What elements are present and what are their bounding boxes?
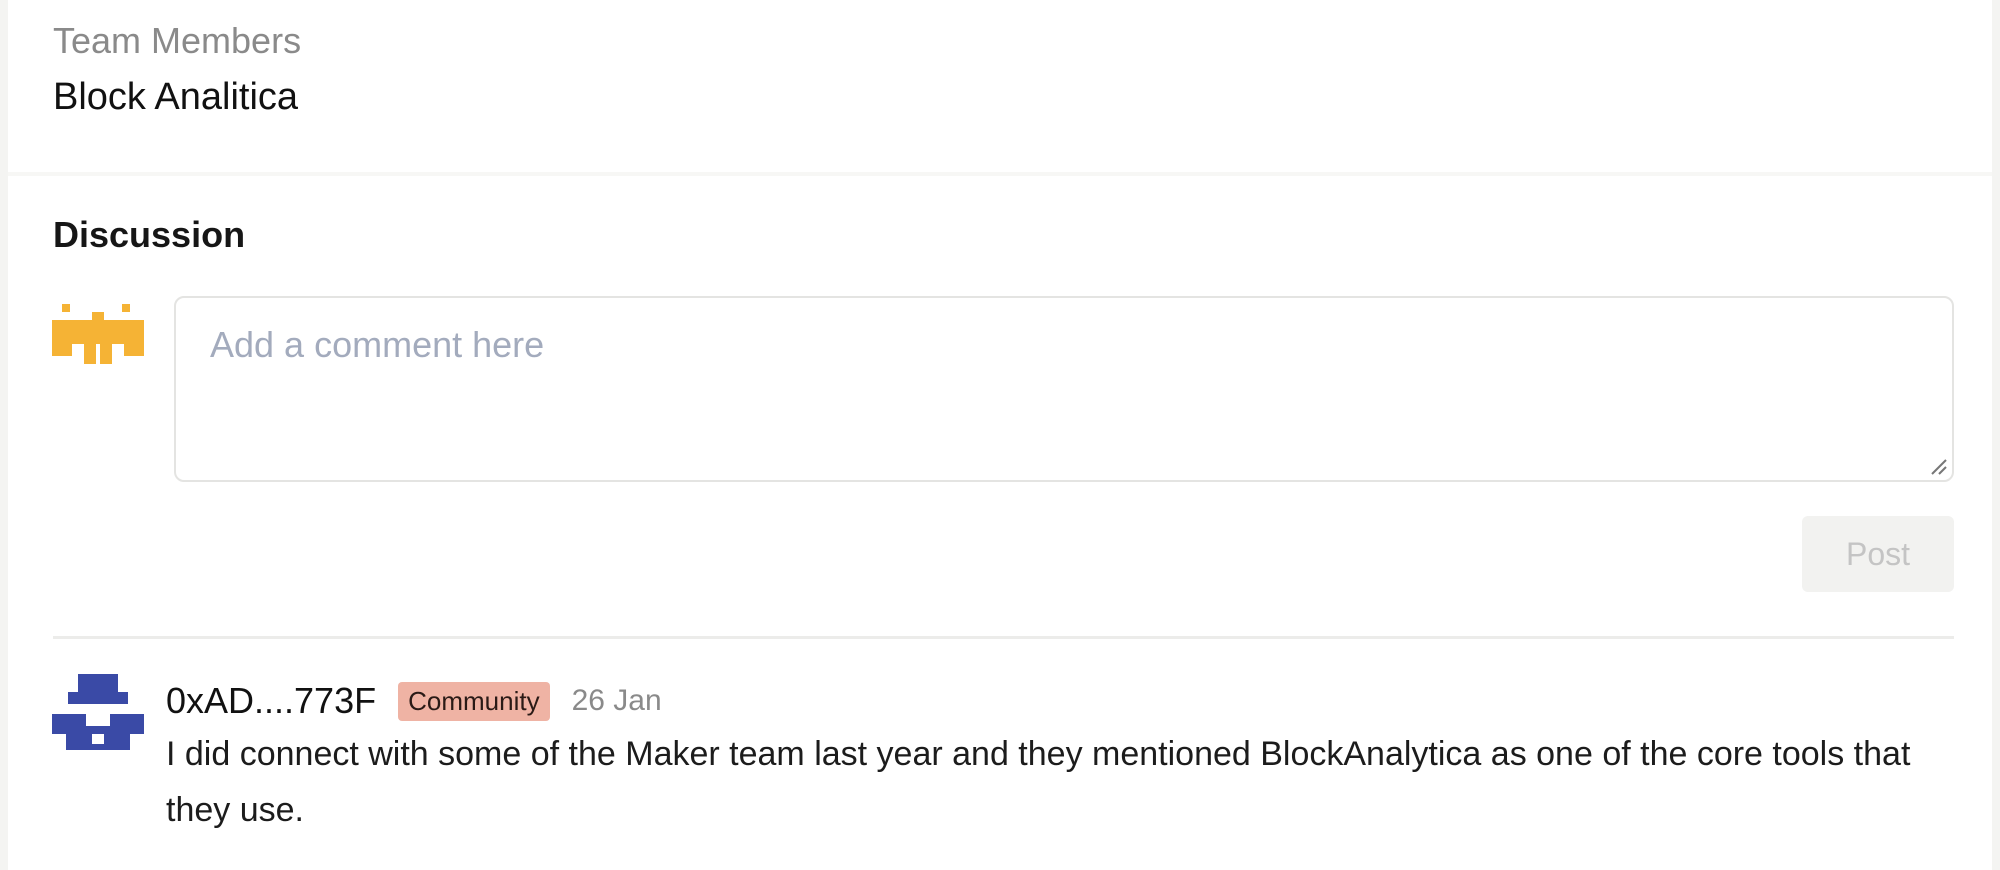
- team-members-section: Team Members Block Analitica: [8, 0, 1992, 172]
- comment-text: I did connect with some of the Maker tea…: [166, 735, 1911, 829]
- comment-header: 0xAD....773F Community 26 Jan: [166, 680, 662, 722]
- discussion-title: Discussion: [53, 214, 246, 255]
- community-badge: Community: [398, 681, 550, 721]
- team-members-label: Team Members: [53, 20, 302, 61]
- comment-input[interactable]: Add a comment here: [174, 296, 1954, 482]
- resize-handle-icon[interactable]: [1928, 456, 1948, 476]
- comment-separator: [53, 636, 1954, 639]
- comment-date: 26 Jan: [571, 684, 662, 717]
- orange-robot-avatar-icon: [52, 304, 144, 364]
- panel: Team Members Block Analitica Discussion …: [8, 0, 1992, 870]
- comment-author[interactable]: 0xAD....773F: [166, 680, 376, 722]
- comment-placeholder: Add a comment here: [210, 324, 545, 365]
- post-button[interactable]: Post: [1802, 516, 1954, 592]
- section-divider: [8, 172, 1992, 176]
- team-members-value: Block Analitica: [53, 76, 299, 118]
- blue-robot-avatar-icon[interactable]: [52, 674, 144, 766]
